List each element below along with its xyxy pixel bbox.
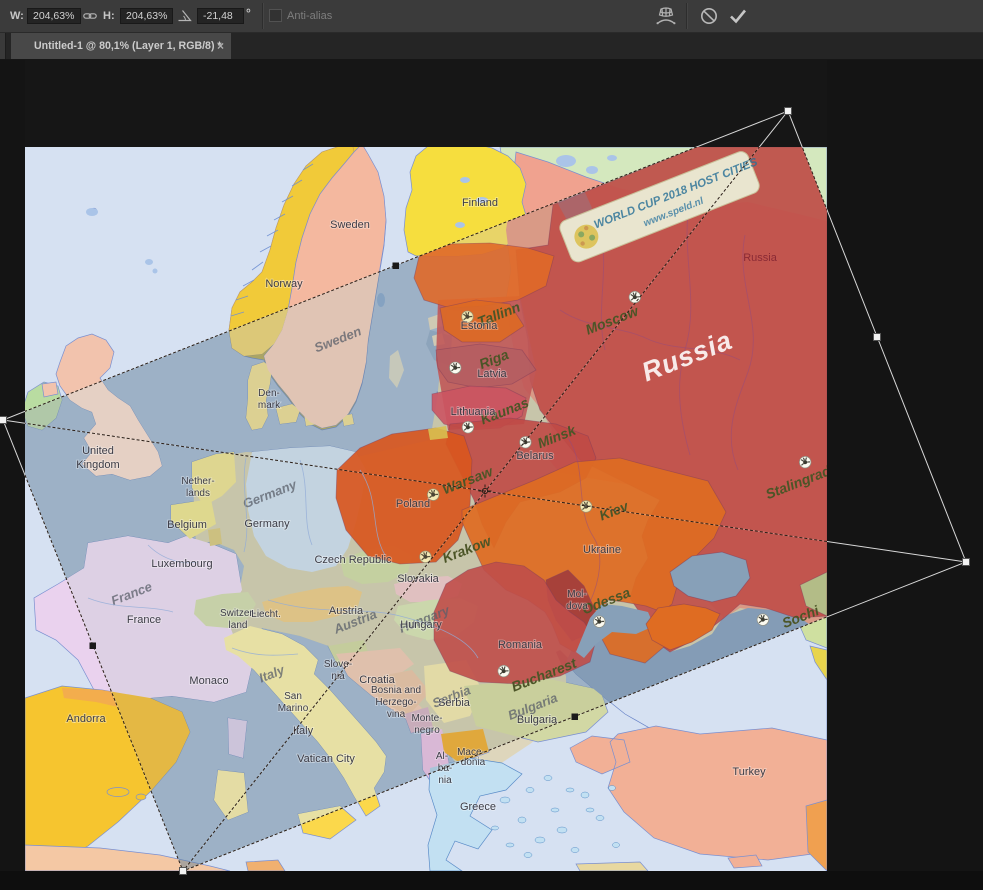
svg-text:Belarus: Belarus [516,450,554,462]
svg-text:Hungary: Hungary [400,619,442,631]
svg-text:Czech Republic: Czech Republic [314,554,392,566]
svg-text:dova: dova [566,601,588,612]
svg-text:United: United [82,445,114,457]
svg-text:San: San [284,691,302,702]
svg-text:Sweden: Sweden [330,219,370,231]
svg-text:Romania: Romania [498,639,543,651]
svg-text:Finland: Finland [462,197,498,209]
svg-text:Germany: Germany [244,518,290,530]
svg-text:Andorra: Andorra [66,713,106,725]
svg-text:Liecht.: Liecht. [251,609,280,620]
svg-text:Herzego-: Herzego- [375,697,416,708]
svg-text:Norway: Norway [265,278,303,290]
svg-text:Vatican City: Vatican City [297,753,355,765]
svg-text:Estonia: Estonia [461,320,499,332]
svg-text:land: land [229,620,248,631]
svg-text:Mol-: Mol- [567,589,586,600]
svg-text:Al-: Al- [436,751,448,762]
svg-text:negro: negro [414,725,440,736]
svg-text:Nether-: Nether- [181,476,214,487]
svg-text:Kingdom: Kingdom [76,459,119,471]
svg-text:Serbia: Serbia [438,697,471,709]
svg-text:Bosnia and: Bosnia and [371,685,421,696]
svg-text:Belgium: Belgium [167,519,207,531]
svg-text:lands: lands [186,488,210,499]
svg-text:Russia: Russia [743,252,778,264]
svg-text:Monaco: Monaco [189,675,228,687]
svg-text:Marino: Marino [278,703,309,714]
svg-text:Bulgaria: Bulgaria [517,714,558,726]
svg-text:Lithuania: Lithuania [451,406,497,418]
svg-text:donia: donia [461,757,486,768]
svg-text:nia: nia [438,775,452,786]
svg-text:Austria: Austria [329,605,364,617]
svg-text:mark: mark [258,400,281,411]
svg-text:vina: vina [387,709,406,720]
svg-text:Italy: Italy [293,725,314,737]
svg-text:Ukraine: Ukraine [583,544,621,556]
svg-text:Greece: Greece [460,801,496,813]
svg-text:ba-: ba- [438,763,452,774]
svg-text:Den-: Den- [258,388,280,399]
svg-text:Luxembourg: Luxembourg [151,558,212,570]
svg-text:Monte-: Monte- [411,713,442,724]
svg-text:Turkey: Turkey [732,766,766,778]
svg-text:France: France [127,614,161,626]
svg-text:Poland: Poland [396,498,430,510]
svg-text:Latvia: Latvia [477,368,507,380]
